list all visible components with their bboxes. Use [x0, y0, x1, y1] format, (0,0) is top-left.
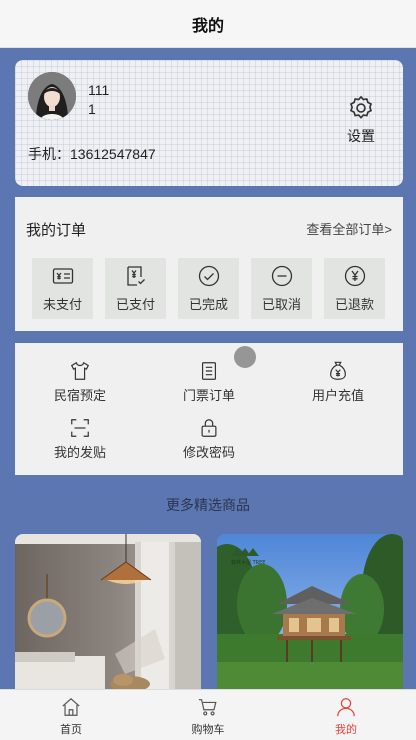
orders-title: 我的订单 — [26, 222, 87, 239]
order-completed-button[interactable]: 已完成 — [178, 258, 239, 319]
paid-receipt-icon — [126, 266, 145, 286]
profile-card: 111 1 手机：13612547847 设置 — [15, 60, 403, 186]
scan-frame-icon — [71, 419, 89, 437]
yen-card-icon — [52, 268, 73, 284]
tab-cart[interactable]: 购物车 — [168, 696, 248, 737]
money-bag-icon — [330, 361, 346, 380]
more-products-title: 更多精选商品 — [166, 497, 250, 513]
touch-indicator — [234, 346, 256, 368]
user-name: 111 — [88, 82, 110, 98]
cart-icon — [198, 699, 217, 716]
order-label: 已退款 — [334, 297, 374, 312]
phone-label: 手机： — [28, 146, 70, 162]
tab-label: 购物车 — [191, 724, 225, 736]
lock-icon — [201, 419, 217, 437]
phone-number: 13612547847 — [70, 146, 156, 162]
product-card-treehouse[interactable]: 森林木屋 TREE — [217, 534, 403, 694]
settings-label: 设置 — [347, 128, 375, 144]
order-label: 未支付 — [42, 297, 82, 312]
service-label: 民宿预定 — [53, 388, 106, 403]
page-title: 我的 — [191, 17, 224, 35]
treehouse-sign-text: 森林木屋 TREE — [231, 559, 265, 566]
service-label: 修改密码 — [182, 445, 235, 460]
avatar[interactable] — [28, 72, 76, 120]
user-recharge-button[interactable]: 用户充值 — [283, 360, 393, 404]
minus-circle-icon — [271, 265, 292, 287]
view-all-orders-link[interactable]: 查看全部订单> — [306, 219, 392, 238]
my-posts-button[interactable]: 我的发贴 — [25, 417, 135, 461]
service-label: 我的发贴 — [53, 445, 106, 460]
ticket-doc-icon — [201, 362, 217, 380]
homestay-booking-button[interactable]: 民宿预定 — [25, 360, 135, 404]
bedroom-photo — [15, 534, 201, 694]
service-label: 用户充值 — [311, 388, 364, 403]
order-label: 已取消 — [261, 297, 301, 312]
top-bar: 我的 — [0, 0, 416, 48]
tab-me[interactable]: 我的 — [306, 696, 386, 737]
order-cancelled-button[interactable]: 已取消 — [251, 258, 312, 319]
orders-card: 我的订单 查看全部订单> 未支付 已支付 已完成 已取消 已退款 — [15, 197, 403, 331]
gear-icon — [349, 95, 373, 119]
tab-label: 首页 — [60, 724, 82, 736]
tab-home[interactable]: 首页 — [31, 696, 111, 737]
phone-row: 手机：13612547847 — [28, 144, 156, 164]
home-icon — [62, 697, 80, 716]
service-label: 门票订单 — [182, 388, 235, 403]
order-refunded-button[interactable]: 已退款 — [324, 258, 385, 319]
order-paid-button[interactable]: 已支付 — [105, 258, 166, 319]
user-icon — [337, 698, 355, 717]
treehouse-photo: 森林木屋 TREE — [217, 534, 403, 694]
change-password-button[interactable]: 修改密码 — [154, 417, 264, 461]
user-level: 1 — [88, 101, 96, 117]
product-card-bedroom[interactable] — [15, 534, 201, 694]
yen-circle-icon — [344, 265, 365, 287]
services-card: 民宿预定 门票订单 用户充值 我的发贴 修改密码 — [15, 343, 403, 475]
order-unpaid-button[interactable]: 未支付 — [32, 258, 93, 319]
bottom-tab-bar: 首页 购物车 我的 — [0, 689, 416, 740]
settings-button[interactable]: 设置 — [341, 94, 381, 146]
order-label: 已完成 — [188, 297, 228, 312]
shirt-icon — [70, 361, 90, 380]
check-circle-icon — [198, 265, 219, 287]
order-label: 已支付 — [115, 297, 155, 312]
tab-label: 我的 — [335, 724, 357, 736]
